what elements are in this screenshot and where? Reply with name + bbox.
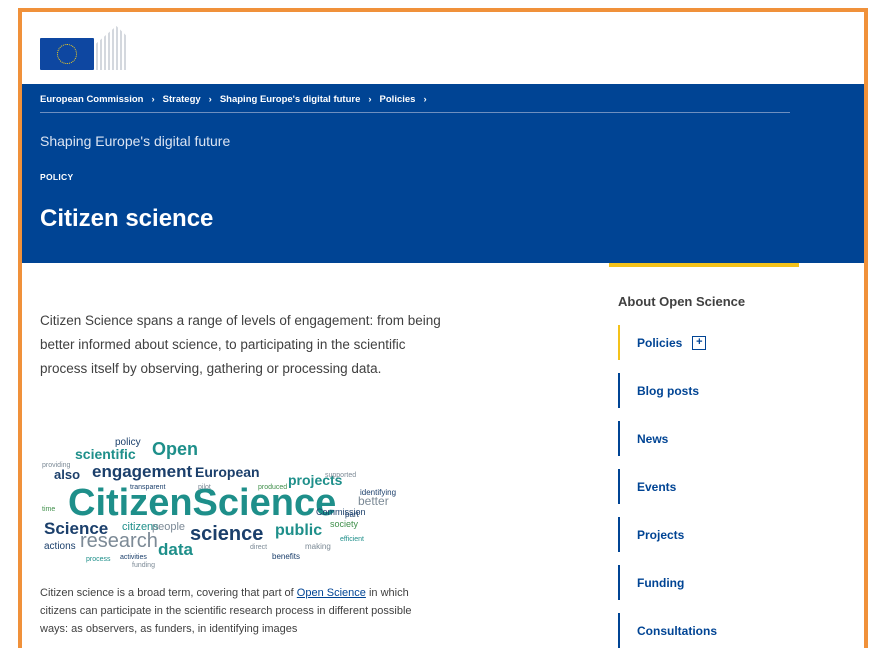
page-header: European Commission › Strategy › Shaping… <box>22 84 864 263</box>
logo-bar <box>22 12 864 84</box>
sidebar-item-label: Policies <box>637 335 683 350</box>
wordcloud-word: process <box>86 556 111 563</box>
expand-plus-icon[interactable]: + <box>692 335 707 350</box>
sidebar-item-events[interactable]: Events <box>618 469 818 504</box>
sidebar-heading: About Open Science <box>618 294 746 309</box>
sidebar-item-label: Projects <box>637 527 685 542</box>
wordcloud-word: identifying <box>360 488 396 497</box>
wordcloud-word: time <box>42 506 55 513</box>
wordcloud-word: research <box>80 530 158 552</box>
sidebar-item-label: Events <box>637 479 677 494</box>
citizen-science-wordcloud: policy scientific Open engagement Europe… <box>42 437 396 569</box>
wordcloud-word: supported <box>325 472 356 479</box>
wordcloud-word: benefits <box>272 552 300 561</box>
wordcloud-word: transparent <box>130 484 165 491</box>
wordcloud-word: direct <box>250 544 267 551</box>
sidebar-item-funding[interactable]: Funding <box>618 565 818 600</box>
wordcloud-word: public <box>275 522 322 539</box>
breadcrumb-item-strategy[interactable]: Strategy <box>163 94 201 105</box>
sidebar-item-label: Consultations <box>637 623 717 638</box>
sidebar-item-news[interactable]: News <box>618 421 818 456</box>
site-name-link[interactable]: Shaping Europe's digital future <box>40 133 230 149</box>
sidebar-item-blog-posts[interactable]: Blog posts <box>618 373 818 408</box>
sidebar-item-label: News <box>637 431 669 446</box>
wordcloud-word: providing <box>42 462 71 469</box>
wordcloud-word: people <box>152 521 185 533</box>
wordcloud-word: data <box>158 540 194 559</box>
wordcloud-word: engagement <box>92 462 192 481</box>
wordcloud-word: actions <box>44 541 76 552</box>
wordcloud-word: pilot <box>198 484 211 491</box>
body-paragraph: Citizen science is a broad term, coverin… <box>40 584 420 638</box>
breadcrumb-item-policies[interactable]: Policies <box>380 94 416 105</box>
wordcloud-word: society <box>330 519 359 529</box>
breadcrumb-item-commission[interactable]: European Commission <box>40 94 143 105</box>
sidebar-accent-bar <box>609 263 799 267</box>
wordcloud-word: also <box>54 467 80 482</box>
chevron-right-icon: › <box>208 94 212 105</box>
breadcrumb-divider <box>40 112 790 113</box>
main-content: Citizen Science spans a range of levels … <box>22 263 864 648</box>
wordcloud-word: activities <box>120 554 147 561</box>
wordcloud-word: Open <box>152 439 198 459</box>
sidebar-item-label: Blog posts <box>637 383 699 398</box>
wordcloud-word: efficient <box>340 536 364 543</box>
wordcloud-word: scientific <box>75 446 136 462</box>
page-title: Citizen science <box>40 205 214 232</box>
content-type-label: POLICY <box>40 172 74 182</box>
wordcloud-word: European <box>195 464 260 480</box>
open-science-link[interactable]: Open Science <box>297 587 366 599</box>
wordcloud-word: produced <box>258 484 287 491</box>
chevron-right-icon: › <box>423 94 427 105</box>
berlaymont-building-icon <box>96 26 130 70</box>
body-text-start: Citizen science is a broad term, coverin… <box>40 587 294 599</box>
eu-flag-icon <box>40 38 94 70</box>
breadcrumb-item-digital-future[interactable]: Shaping Europe's digital future <box>220 94 361 105</box>
wordcloud-word: part <box>345 510 360 519</box>
wordcloud-word: science <box>190 523 263 545</box>
chevron-right-icon: › <box>368 94 372 105</box>
sidebar-item-policies[interactable]: Policies + <box>618 325 818 360</box>
browser-frame: European Commission › Strategy › Shaping… <box>18 8 868 648</box>
chevron-right-icon: › <box>151 94 155 105</box>
sidebar-item-projects[interactable]: Projects <box>618 517 818 552</box>
breadcrumb: European Commission › Strategy › Shaping… <box>40 94 429 105</box>
sidebar-item-label: Funding <box>637 575 685 590</box>
sidebar-nav: Policies + Blog posts News Events Projec… <box>618 325 818 648</box>
wordcloud-word: making <box>305 542 331 551</box>
sidebar-item-consultations[interactable]: Consultations <box>618 613 818 648</box>
intro-paragraph: Citizen Science spans a range of levels … <box>40 313 441 376</box>
wordcloud-word: funding <box>132 562 155 569</box>
